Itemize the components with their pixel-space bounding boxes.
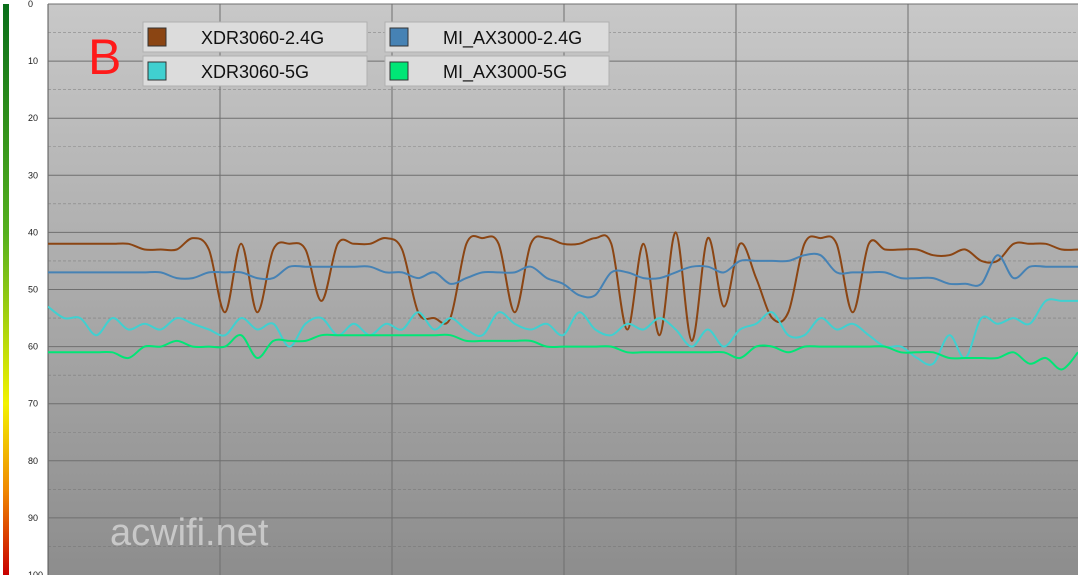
legend-label: XDR3060-5G — [201, 62, 309, 82]
legend-swatch — [389, 27, 409, 47]
signal-scale-bar — [3, 4, 9, 575]
y-tick-label: 50 — [28, 285, 38, 295]
legend-label: MI_AX3000-2.4G — [443, 28, 582, 49]
y-tick-label: 0 — [28, 0, 33, 9]
y-tick-label: 40 — [28, 227, 38, 237]
y-tick-label: 100 — [28, 570, 43, 575]
legend-label: XDR3060-2.4G — [201, 28, 324, 48]
y-tick-label: 20 — [28, 113, 38, 123]
chart-container: 0 10 20 30 40 50 60 70 80 90 100 B XDR3060-2.4G XDR… — [0, 0, 1080, 575]
legend-swatch — [389, 61, 409, 81]
panel-label: B — [88, 29, 121, 85]
watermark-text: acwifi.net — [110, 512, 269, 554]
y-tick-label: 80 — [28, 456, 38, 466]
y-tick-label: 10 — [28, 56, 38, 66]
legend-label: MI_AX3000-5G — [443, 62, 567, 83]
chart-canvas: 0 10 20 30 40 50 60 70 80 90 100 B XDR3060-2.4G XDR… — [3, 0, 1078, 575]
y-tick-label: 60 — [28, 342, 38, 352]
legend-swatch — [147, 61, 167, 81]
legend-swatch — [147, 27, 167, 47]
y-tick-label: 30 — [28, 170, 38, 180]
y-tick-label: 70 — [28, 399, 38, 409]
y-tick-label: 90 — [28, 513, 38, 523]
y-tick-labels: 0 10 20 30 40 50 60 70 80 90 100 — [28, 0, 43, 575]
